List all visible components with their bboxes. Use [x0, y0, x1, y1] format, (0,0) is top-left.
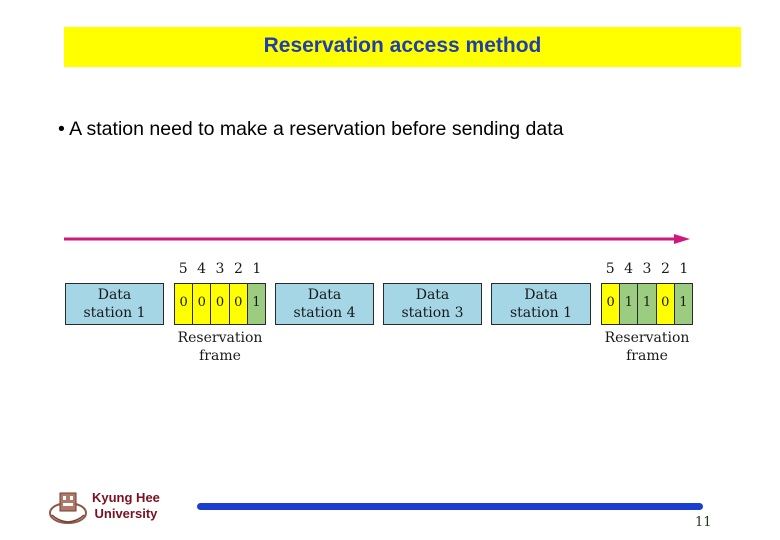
data-box-station-4: Data station 4: [275, 283, 374, 325]
page-number: 11: [695, 515, 712, 530]
data-box-label: Data: [524, 287, 558, 303]
data-box-station: station 1: [509, 305, 573, 321]
bit-number: 4: [197, 261, 207, 277]
university-logo-icon: [49, 492, 87, 524]
bit-cell: 1: [674, 284, 693, 324]
bit-cell: 0: [193, 284, 212, 324]
university-name-line: University: [94, 506, 158, 521]
bit-number: 4: [624, 261, 634, 277]
data-box-label: Data: [415, 287, 450, 303]
time-arrow-icon: [64, 234, 690, 244]
university-name: Kyung Hee University: [92, 490, 160, 522]
data-box-label: Data: [97, 287, 132, 303]
data-box-station-3: Data station 3: [383, 283, 482, 325]
bullet-text: • A station need to make a reservation b…: [58, 118, 564, 140]
caption-line: frame: [626, 348, 668, 364]
data-box-station-1: Data station 1: [65, 283, 164, 325]
data-box-label: Data: [307, 287, 342, 303]
bit-cell: 0: [211, 284, 230, 324]
data-box-station: station 3: [401, 305, 464, 321]
data-box-station: station 1: [83, 305, 146, 321]
reservation-frame-1-caption: Reservation frame: [165, 329, 275, 365]
bit-number: 5: [178, 261, 188, 277]
bit-cell: 0: [175, 284, 194, 324]
title-bar: Reservation access method: [64, 27, 741, 67]
data-box-station: station 4: [293, 305, 356, 321]
data-box-station-1-second: Data station 1: [491, 283, 591, 325]
slide-title: Reservation access method: [263, 34, 542, 57]
bit-number: 2: [233, 261, 243, 277]
caption-line: frame: [199, 348, 241, 364]
bit-number: 5: [605, 261, 615, 277]
bit-cell: 0: [602, 284, 621, 324]
bit-number: 2: [660, 261, 670, 277]
caption-line: Reservation: [604, 330, 690, 346]
reservation-frame-2-caption: Reservation frame: [592, 329, 702, 365]
bit-cell: 1: [620, 284, 639, 324]
bit-number: 3: [642, 261, 652, 277]
footer-divider: [197, 503, 703, 510]
university-name-line: Kyung Hee: [92, 490, 160, 505]
bit-cell: 0: [229, 284, 248, 324]
bit-numbers-frame-1: 5 4 3 2 1: [174, 261, 266, 277]
bit-number: 1: [679, 261, 689, 277]
caption-line: Reservation: [177, 330, 263, 346]
reservation-frame-1: 0 0 0 0 1: [174, 283, 266, 325]
bit-number: 1: [252, 261, 262, 277]
bit-numbers-frame-2: 5 4 3 2 1: [601, 261, 693, 277]
bit-cell: 0: [656, 284, 675, 324]
bit-number: 3: [215, 261, 225, 277]
bit-cell: 1: [638, 284, 657, 324]
reservation-frame-2: 0 1 1 0 1: [601, 283, 693, 325]
bit-cell: 1: [247, 284, 266, 324]
